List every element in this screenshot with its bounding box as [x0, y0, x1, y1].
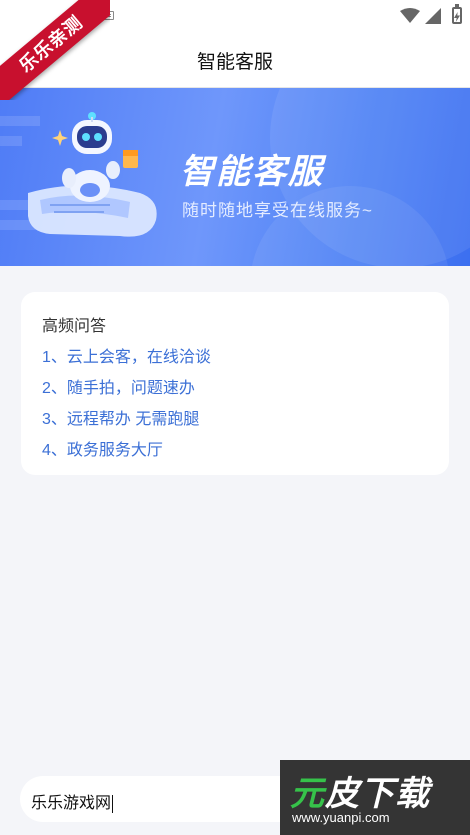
signal-icon — [425, 8, 441, 24]
robot-illustration — [28, 112, 157, 237]
site-watermark-logo: 元皮下载 — [290, 775, 430, 813]
battery-charging-icon — [452, 4, 462, 24]
faq-item-snap-report[interactable]: 2、随手拍，问题速办 — [42, 374, 195, 398]
wifi-icon — [400, 8, 420, 23]
faq-item-service-hall[interactable]: 4、政务服务大厅 — [42, 436, 163, 460]
faq-item-online-meeting[interactable]: 1、云上会客，在线洽谈 — [42, 343, 211, 367]
test-ribbon: 乐乐亲测 — [0, 0, 110, 100]
faq-item-remote-help[interactable]: 3、远程帮办 无需跑腿 — [42, 405, 199, 429]
banner-subtitle: 随时随地享受在线服务~ — [182, 201, 373, 220]
banner-title: 智能客服 — [180, 153, 324, 191]
chat-input-value[interactable]: 乐乐游戏网 — [31, 789, 114, 813]
site-watermark: 元皮下载 www.yuanpi.com — [280, 760, 470, 835]
service-banner: 智能客服 随时随地享受在线服务~ — [0, 88, 470, 266]
faq-title: 高频问答 — [42, 318, 107, 335]
test-ribbon-label: 乐乐亲测 — [0, 0, 110, 100]
faq-card: 高频问答 1、云上会客，在线洽谈 2、随手拍，问题速办 3、远程帮办 无需跑腿 … — [21, 292, 449, 475]
site-watermark-url: www.yuanpi.com — [292, 810, 390, 825]
